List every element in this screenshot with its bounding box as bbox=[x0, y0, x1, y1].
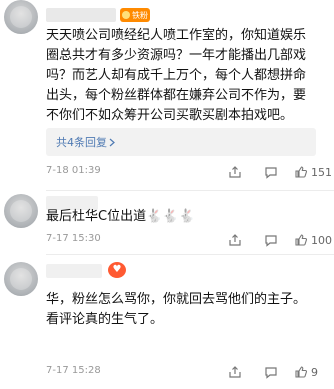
comment-button[interactable] bbox=[264, 230, 278, 250]
thumbs-up-icon bbox=[294, 365, 308, 379]
comment-3: ♥ 华，粉丝怎么骂你，你就回去骂他们的主子。看评论真的生气了。 7-17 15:… bbox=[0, 262, 334, 389]
thumbs-up-icon bbox=[294, 165, 308, 179]
like-count: 9 bbox=[311, 365, 318, 379]
share-icon bbox=[228, 233, 242, 247]
timestamp: 7-17 15:30 bbox=[46, 233, 101, 244]
comment-1: 铁粉 天天喷公司喷经纪人喷工作室的，你知道娱乐圈总共才有多少资源吗？一年才能播出… bbox=[0, 0, 334, 191]
timestamp: 7-17 15:28 bbox=[46, 365, 101, 376]
comment-text: 天天喷公司喷经纪人喷工作室的，你知道娱乐圈总共才有多少资源吗？一年才能播出几部戏… bbox=[46, 28, 307, 123]
like-button[interactable]: 9 bbox=[294, 362, 318, 382]
timestamp: 7-18 01:39 bbox=[46, 165, 101, 176]
chevron-right-icon bbox=[109, 138, 115, 147]
view-replies-button[interactable]: 共4条回复 bbox=[46, 128, 316, 156]
username-redacted[interactable] bbox=[46, 8, 116, 22]
avatar[interactable] bbox=[4, 194, 38, 228]
like-button[interactable]: 100 bbox=[294, 230, 332, 250]
comment-icon bbox=[264, 233, 278, 247]
comment-meta: 7-17 15:28 9 bbox=[46, 362, 326, 382]
avatar[interactable] bbox=[4, 262, 38, 296]
divider bbox=[46, 254, 334, 255]
divider bbox=[46, 190, 334, 191]
comment-button[interactable] bbox=[264, 362, 278, 382]
fan-badge: 铁粉 bbox=[120, 8, 150, 22]
like-count: 100 bbox=[311, 233, 332, 247]
comment-icon bbox=[264, 165, 278, 179]
share-icon bbox=[228, 365, 242, 379]
username-redacted[interactable] bbox=[46, 264, 102, 278]
comment-text: 最后杜华C位出道🐇🐇🐇 bbox=[46, 209, 195, 224]
fan-badge-label: 铁粉 bbox=[132, 10, 148, 20]
heart-badge: ♥ bbox=[108, 262, 126, 278]
like-button[interactable]: 151 bbox=[294, 162, 332, 182]
comment-button[interactable] bbox=[264, 162, 278, 182]
heart-icon: ♥ bbox=[112, 264, 122, 275]
share-icon bbox=[228, 165, 242, 179]
thumbs-up-icon bbox=[294, 233, 308, 247]
share-button[interactable] bbox=[228, 162, 242, 182]
replies-label: 共4条回复 bbox=[56, 136, 107, 149]
comment-icon bbox=[264, 365, 278, 379]
comment-meta: 7-17 15:30 100 bbox=[46, 230, 332, 250]
fan-badge-icon bbox=[122, 11, 130, 19]
avatar[interactable] bbox=[4, 0, 38, 34]
share-button[interactable] bbox=[228, 362, 242, 382]
share-button[interactable] bbox=[228, 230, 242, 250]
like-count: 151 bbox=[311, 165, 332, 179]
comment-2: 最后杜华C位出道🐇🐇🐇 7-17 15:30 100 bbox=[0, 192, 334, 260]
comment-text: 华，粉丝怎么骂你，你就回去骂他们的主子。看评论真的生气了。 bbox=[46, 292, 307, 327]
comment-meta: 7-18 01:39 151 bbox=[46, 162, 332, 182]
